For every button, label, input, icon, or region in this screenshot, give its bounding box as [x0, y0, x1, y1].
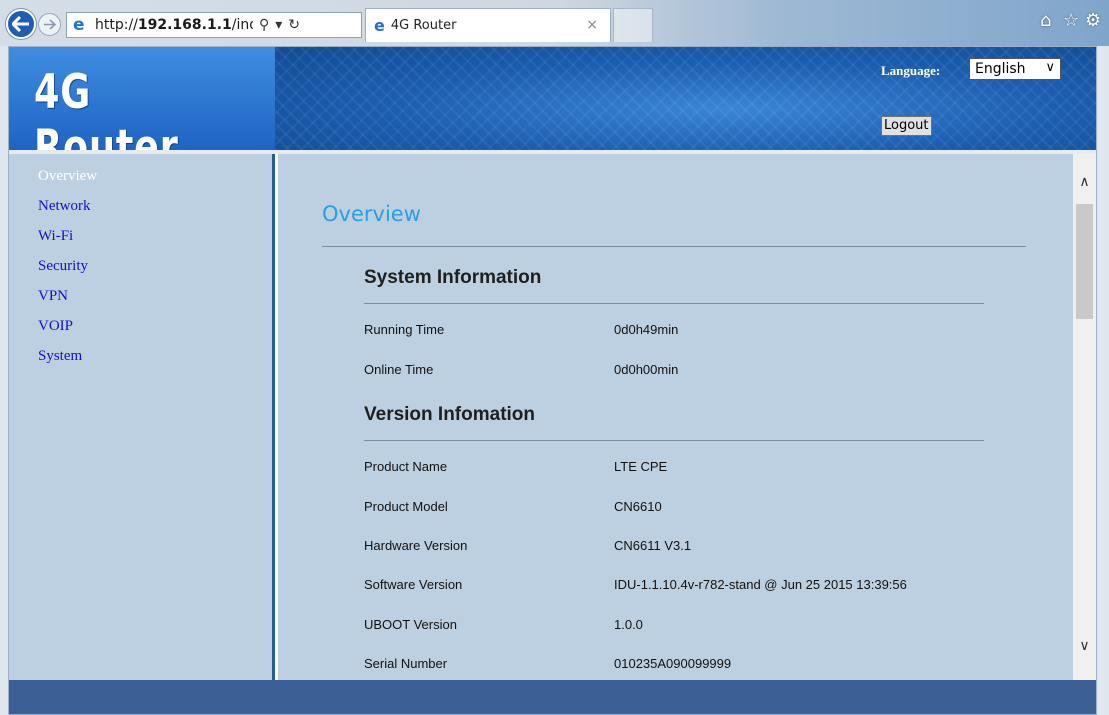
url-text[interactable]: http://192.168.1.1/inde	[95, 17, 253, 33]
info-value: 0d0h49min	[614, 322, 679, 337]
scroll-up-icon[interactable]: ∧	[1073, 174, 1096, 194]
info-label: Running Time	[364, 322, 445, 337]
main-content: Overview System Information Running Time…	[278, 154, 1073, 680]
back-arrow-icon	[12, 16, 29, 32]
info-value: CN6611 V3.1	[614, 538, 692, 553]
logout-button[interactable]: Logout	[881, 116, 932, 136]
section-divider	[364, 303, 984, 304]
info-label: Serial Number	[364, 656, 448, 671]
section-divider	[364, 440, 984, 441]
ie-logo-icon: e	[73, 15, 85, 35]
back-button[interactable]	[6, 9, 36, 39]
sidebar-item-voip[interactable]: VOIP	[38, 317, 272, 347]
language-select-value: English	[975, 61, 1026, 77]
browser-toolbar: e http://192.168.1.1/inde ⚲ ▾ ↻ e 4G Rou…	[0, 0, 1109, 46]
version-information-heading: Version Infomation	[364, 404, 536, 425]
info-label: Product Name	[364, 459, 448, 474]
info-label: Product Model	[364, 499, 448, 514]
language-select[interactable]: English ∨	[969, 58, 1061, 80]
address-bar[interactable]: e http://192.168.1.1/inde ⚲ ▾ ↻	[66, 12, 362, 38]
close-tab-icon[interactable]: ×	[586, 17, 598, 33]
scroll-down-icon[interactable]: ∨	[1073, 638, 1096, 658]
sidebar-item-overview[interactable]: Overview	[38, 167, 272, 197]
info-value: 010235A090099999	[614, 656, 732, 671]
browser-tab[interactable]: e 4G Router ×	[365, 8, 611, 42]
info-value: LTE CPE	[614, 459, 668, 474]
info-label: Online Time	[364, 362, 434, 377]
language-label: Language:	[881, 63, 941, 78]
info-value: CN6610	[614, 499, 662, 514]
logo-panel: 4G Router	[9, 47, 275, 150]
router-page: 4G Router Language: English ∨ Logout Ove…	[8, 46, 1097, 715]
info-value: IDU-1.1.10.4v-r782-stand @ Jun 25 2015 1…	[614, 577, 907, 592]
sidebar-item-wifi[interactable]: Wi-Fi	[38, 227, 272, 257]
new-tab-button[interactable]	[613, 8, 653, 42]
info-label: Software Version	[364, 577, 463, 592]
sidebar-item-vpn[interactable]: VPN	[38, 287, 272, 317]
refresh-icon[interactable]: ↻	[288, 17, 300, 33]
info-value: 0d0h00min	[614, 362, 679, 377]
sidebar-nav: Overview Network Wi-Fi Security VPN VOIP…	[9, 154, 275, 680]
search-icon[interactable]: ⚲	[259, 17, 269, 33]
home-icon[interactable]: ⌂	[1040, 10, 1051, 31]
favorites-star-icon[interactable]: ☆	[1063, 10, 1079, 31]
info-value: 1.0.0	[614, 617, 643, 632]
scroll-thumb[interactable]	[1076, 204, 1093, 319]
info-label: Hardware Version	[364, 538, 468, 553]
vertical-scrollbar[interactable]: ∧ ∨	[1073, 154, 1096, 680]
info-label: UBOOT Version	[364, 617, 457, 632]
title-divider	[322, 246, 1026, 247]
sidebar-item-security[interactable]: Security	[38, 257, 272, 287]
page-title: Overview	[322, 202, 421, 226]
tab-favicon-icon: e	[374, 16, 385, 35]
dropdown-icon[interactable]: ▾	[275, 17, 282, 33]
footer-bar	[9, 680, 1096, 714]
forward-button[interactable]	[38, 13, 61, 36]
header-banner: 4G Router Language: English ∨ Logout	[9, 47, 1096, 150]
chevron-down-icon: ∨	[1045, 60, 1055, 75]
settings-gear-icon[interactable]: ⚙	[1085, 10, 1101, 31]
tab-title: 4G Router	[390, 18, 457, 33]
sidebar-item-network[interactable]: Network	[38, 197, 272, 227]
sidebar-item-system[interactable]: System	[38, 347, 272, 377]
router-logo: 4G Router	[34, 65, 179, 150]
forward-arrow-icon	[44, 19, 56, 30]
system-information-heading: System Information	[364, 267, 542, 288]
